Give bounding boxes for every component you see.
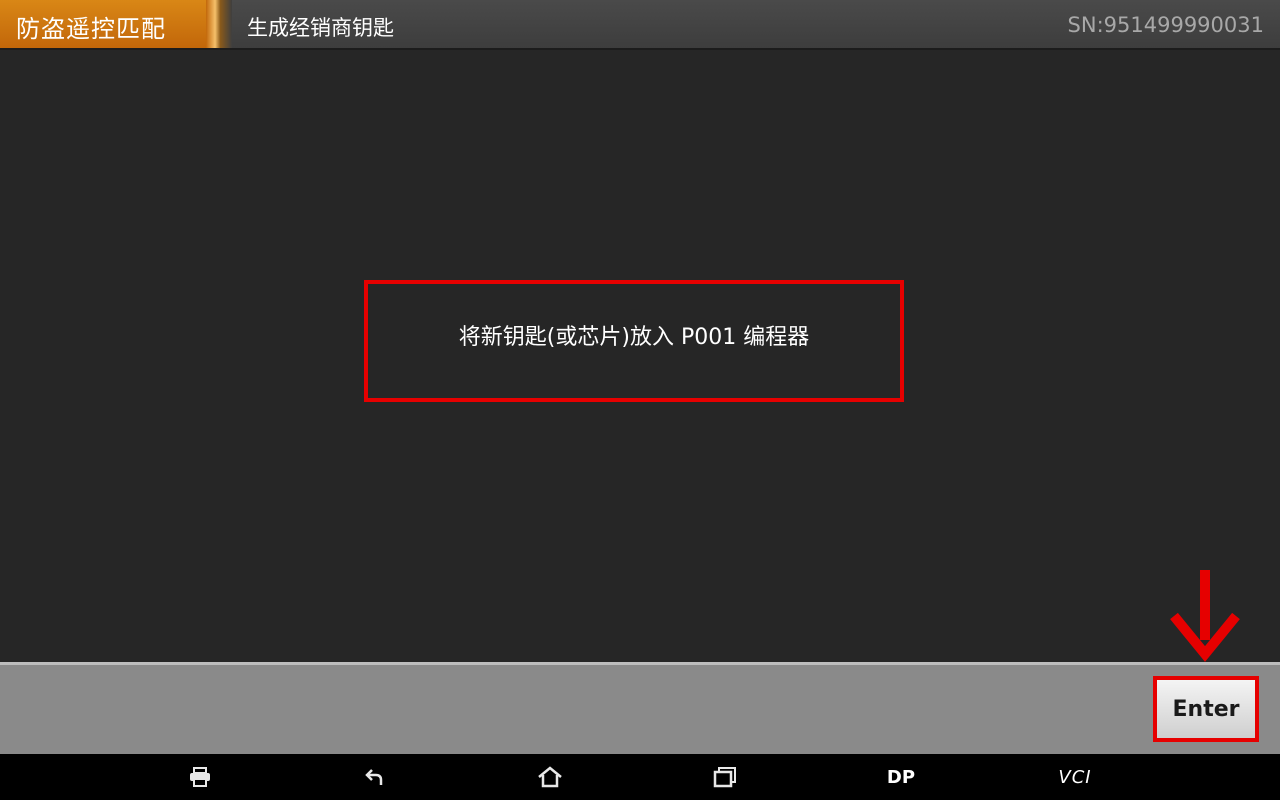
screen: 防盗遥控匹配 生成经销商钥匙 SN:951499990031 将新钥匙(或芯片)…: [0, 0, 1280, 800]
recent-apps-icon[interactable]: [695, 762, 755, 792]
enter-button-label: Enter: [1172, 696, 1240, 722]
message-box: 将新钥匙(或芯片)放入 P001 编程器: [364, 280, 904, 402]
home-icon[interactable]: [520, 762, 580, 792]
instruction-message: 将新钥匙(或芯片)放入 P001 编程器: [458, 325, 810, 350]
main-content: 将新钥匙(或芯片)放入 P001 编程器: [0, 50, 1280, 662]
header-bar: 防盗遥控匹配 生成经销商钥匙 SN:951499990031: [0, 0, 1280, 50]
tab-divider: [206, 0, 232, 48]
menu-tab[interactable]: 防盗遥控匹配: [0, 0, 232, 48]
enter-button[interactable]: Enter: [1153, 676, 1259, 742]
page-title: 生成经销商钥匙: [247, 16, 394, 40]
menu-tab-label: 防盗遥控匹配: [16, 15, 166, 43]
printer-icon[interactable]: [170, 762, 230, 792]
action-bar: [0, 662, 1280, 754]
dp-label: DP: [886, 766, 916, 788]
navigation-bar: DP VCI: [0, 754, 1280, 800]
back-icon[interactable]: [345, 762, 405, 792]
vci-label: VCI: [1058, 766, 1092, 788]
serial-number: SN:951499990031: [1067, 13, 1264, 37]
vci-button[interactable]: VCI: [1045, 762, 1105, 792]
down-arrow-icon: [1170, 570, 1240, 662]
dp-button[interactable]: DP: [871, 762, 931, 792]
